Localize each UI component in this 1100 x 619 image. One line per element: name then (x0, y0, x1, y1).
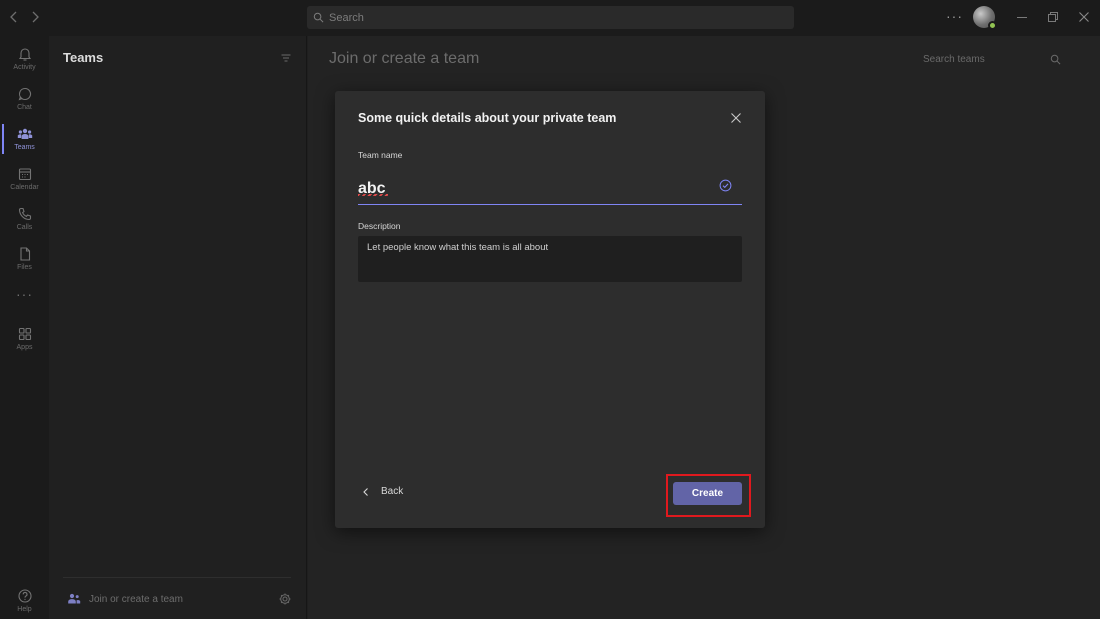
rail-label: Apps (16, 344, 33, 351)
back-arrow-icon[interactable] (6, 9, 22, 25)
rail-label: Help (17, 606, 32, 613)
search-icon (1050, 54, 1061, 64)
apps-icon (18, 327, 31, 341)
team-name-field[interactable] (358, 169, 742, 205)
rail-item-files[interactable]: Files (0, 242, 49, 282)
dialog-title: Some quick details about your private te… (358, 111, 617, 125)
app-rail: Activity Chat Teams Calendar Calls Files… (0, 36, 49, 619)
team-name-label: Team name (358, 150, 403, 160)
global-search[interactable] (307, 6, 794, 29)
join-or-create-team-link[interactable]: Join or create a team (67, 592, 183, 606)
description-label: Description (358, 221, 401, 231)
file-icon (19, 247, 30, 261)
title-bar: ··· (0, 0, 1100, 36)
more-options-icon[interactable]: ··· (946, 8, 963, 24)
teams-panel: Teams Join or create a team (49, 36, 307, 619)
close-icon[interactable] (728, 110, 744, 126)
minimize-icon[interactable] (1014, 9, 1030, 25)
rail-item-activity[interactable]: Activity (0, 42, 49, 82)
bell-icon (18, 48, 31, 61)
back-button[interactable]: Back (361, 486, 403, 497)
people-add-icon (68, 593, 81, 604)
help-icon (17, 589, 32, 603)
page-title: Join or create a team (329, 50, 480, 67)
spellcheck-underline (358, 194, 388, 196)
restore-icon[interactable] (1045, 9, 1061, 25)
rail-label: Chat (17, 104, 32, 111)
global-search-input[interactable] (329, 11, 769, 24)
rail-item-calendar[interactable]: Calendar (0, 162, 49, 202)
rail-label: Teams (14, 144, 35, 151)
back-label: Back (381, 486, 404, 497)
teams-search[interactable] (916, 48, 1068, 70)
forward-arrow-icon[interactable] (27, 9, 43, 25)
search-icon (313, 12, 324, 23)
rail-item-calls[interactable]: Calls (0, 202, 49, 242)
gear-icon[interactable] (278, 592, 292, 611)
chevron-left-icon (363, 487, 368, 496)
description-input[interactable] (358, 236, 742, 282)
rail-label: Activity (13, 64, 36, 71)
rail-item-chat[interactable]: Chat (0, 82, 49, 122)
description-field[interactable] (358, 236, 742, 282)
check-circle-icon (719, 179, 732, 192)
close-window-icon[interactable] (1076, 9, 1092, 25)
join-or-create-team-label: Join or create a team (89, 593, 183, 605)
rail-label: Calls (16, 224, 33, 231)
teams-icon (17, 128, 32, 139)
rail-item-apps[interactable]: Apps (0, 322, 49, 362)
rail-label: Calendar (10, 184, 39, 191)
chat-icon (18, 87, 31, 101)
panel-divider (63, 577, 291, 578)
rail-label: Files (17, 264, 32, 271)
phone-icon (18, 207, 31, 221)
more-apps-icon[interactable]: ··· (0, 286, 49, 302)
calendar-icon (18, 168, 31, 181)
create-button[interactable]: Create (673, 482, 742, 505)
filter-icon[interactable] (280, 51, 292, 69)
avatar[interactable] (973, 6, 997, 30)
teams-search-input[interactable] (923, 53, 1033, 65)
panel-title: Teams (63, 50, 104, 65)
team-name-input[interactable] (358, 175, 698, 198)
create-team-dialog: Some quick details about your private te… (335, 91, 765, 528)
rail-item-help[interactable]: Help (0, 584, 49, 619)
rail-item-teams[interactable]: Teams (0, 122, 49, 162)
presence-available-icon (988, 21, 997, 30)
